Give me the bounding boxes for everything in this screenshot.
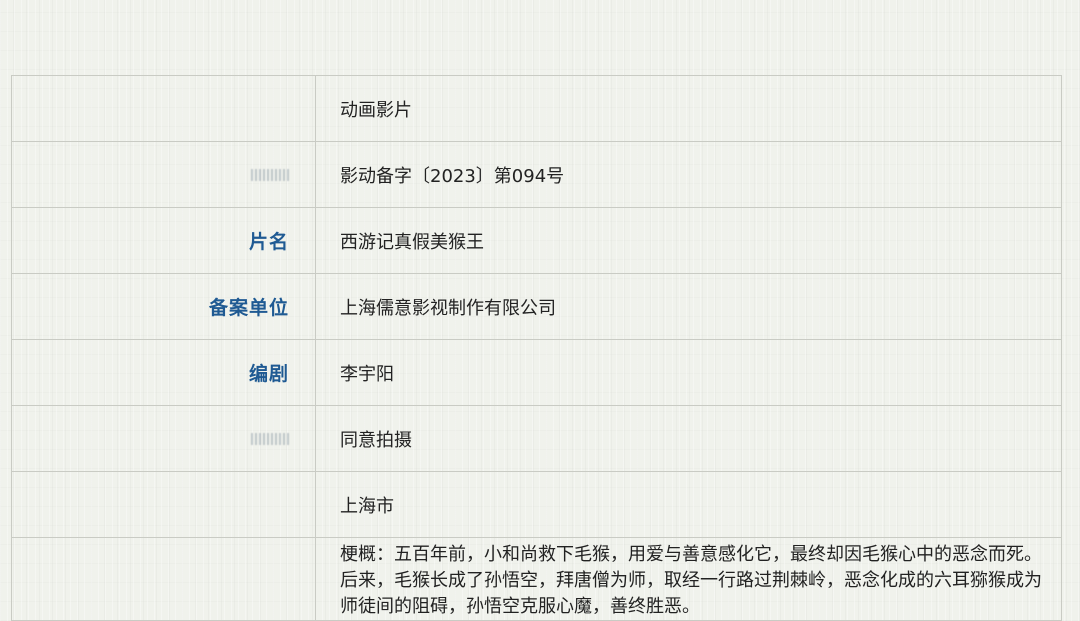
row-location: 上海市 bbox=[11, 471, 1062, 538]
row-synopsis: 梗概：五百年前，小和尚救下毛猴，用爱与善意感化它，最终却因毛猴心中的恶念而死。后… bbox=[11, 537, 1062, 621]
row-approval-value: 同意拍摄 bbox=[315, 405, 1062, 472]
film-record-table: 动画影片 影动备字〔2023〕第094号 片名 西游记真假美猴王 备案单位 上海… bbox=[11, 75, 1062, 621]
synopsis-text: 梗概：五百年前，小和尚救下毛猴，用爱与善意感化它，最终却因毛猴心中的恶念而死。后… bbox=[340, 544, 1042, 617]
faint-label-mark bbox=[251, 169, 289, 181]
row-location-label bbox=[11, 471, 316, 538]
row-synopsis-value: 梗概：五百年前，小和尚救下毛猴，用爱与善意感化它，最终却因毛猴心中的恶念而死。后… bbox=[315, 537, 1062, 621]
row-type-value: 动画影片 bbox=[315, 75, 1062, 142]
row-screenwriter-label: 编剧 bbox=[11, 339, 316, 406]
faint-label-mark bbox=[251, 433, 289, 445]
row-company-value: 上海儒意影视制作有限公司 bbox=[315, 273, 1062, 340]
row-record-number-value: 影动备字〔2023〕第094号 bbox=[315, 141, 1062, 208]
row-title: 片名 西游记真假美猴王 bbox=[11, 207, 1062, 274]
row-screenwriter-value: 李宇阳 bbox=[315, 339, 1062, 406]
row-screenwriter: 编剧 李宇阳 bbox=[11, 339, 1062, 406]
row-type: 动画影片 bbox=[11, 75, 1062, 142]
row-title-value: 西游记真假美猴王 bbox=[315, 207, 1062, 274]
row-record-number-label bbox=[11, 141, 316, 208]
row-title-label: 片名 bbox=[11, 207, 316, 274]
row-company-label: 备案单位 bbox=[11, 273, 316, 340]
row-approval-label bbox=[11, 405, 316, 472]
row-synopsis-label bbox=[11, 537, 316, 621]
row-record-number: 影动备字〔2023〕第094号 bbox=[11, 141, 1062, 208]
row-company: 备案单位 上海儒意影视制作有限公司 bbox=[11, 273, 1062, 340]
row-type-label bbox=[11, 75, 316, 142]
row-approval: 同意拍摄 bbox=[11, 405, 1062, 472]
row-location-value: 上海市 bbox=[315, 471, 1062, 538]
